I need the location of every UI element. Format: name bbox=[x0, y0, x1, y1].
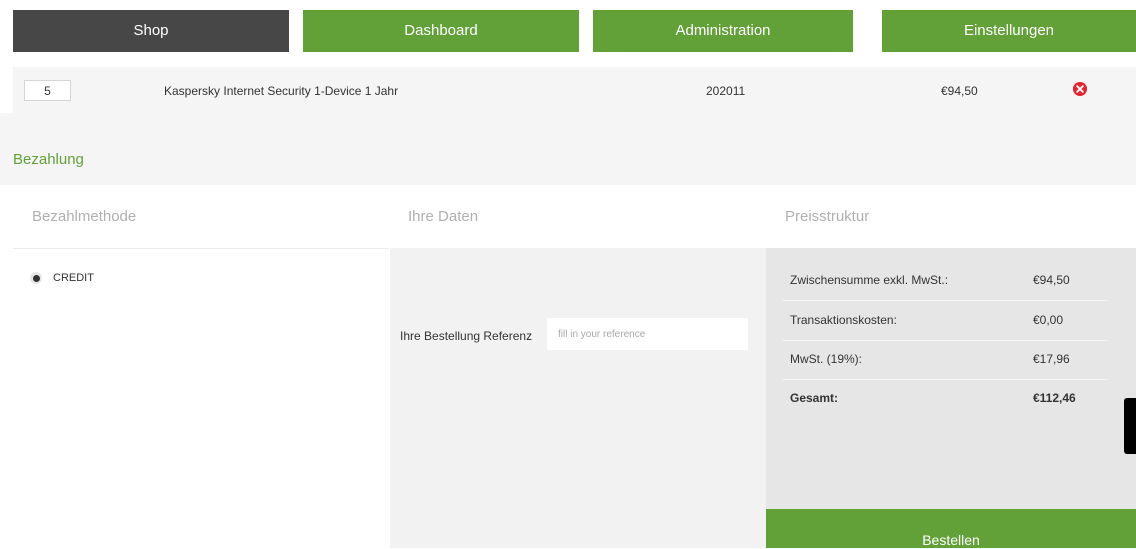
reference-label: Ihre Bestellung Referenz bbox=[400, 329, 533, 343]
order-button-label: Bestellen bbox=[922, 532, 980, 548]
your-data-heading: Ihre Daten bbox=[408, 208, 479, 225]
nav-einstellungen[interactable]: Einstellungen bbox=[882, 10, 1136, 52]
cart-item-row: Kaspersky Internet Security 1-Device 1 J… bbox=[13, 67, 1136, 113]
credit-radio[interactable] bbox=[30, 272, 42, 284]
subtotal-value: €94,50 bbox=[1033, 273, 1070, 287]
credit-label[interactable]: CREDIT bbox=[53, 272, 94, 284]
vat-value: €17,96 bbox=[1033, 352, 1070, 366]
main-navigation: Shop Dashboard Administration Einstellun… bbox=[13, 10, 1136, 52]
nav-shop[interactable]: Shop bbox=[13, 10, 289, 52]
transaction-value: €0,00 bbox=[1033, 313, 1064, 327]
payment-method-heading: Bezahlmethode bbox=[32, 208, 137, 225]
quantity-input[interactable] bbox=[24, 80, 71, 101]
transaction-label: Transaktionskosten: bbox=[790, 313, 897, 327]
price-row-vat: MwSt. (19%): €17,96 bbox=[782, 340, 1108, 380]
price-row-subtotal: Zwischensumme exkl. MwSt.: €94,50 bbox=[782, 261, 1108, 301]
total-value: €112,46 bbox=[1033, 391, 1076, 405]
order-button[interactable]: Bestellen bbox=[766, 509, 1136, 548]
nav-dashboard[interactable]: Dashboard bbox=[303, 10, 579, 52]
nav-administration[interactable]: Administration bbox=[593, 10, 853, 52]
reference-input[interactable] bbox=[547, 318, 748, 350]
product-code: 202011 bbox=[706, 84, 746, 98]
scroll-top-tab[interactable] bbox=[1124, 398, 1136, 454]
price-row-transaction: Transaktionskosten: €0,00 bbox=[782, 301, 1108, 341]
payment-title: Bezahlung bbox=[13, 151, 84, 168]
total-label: Gesamt: bbox=[790, 391, 839, 405]
product-price: €94,50 bbox=[941, 84, 978, 98]
price-structure-heading: Preisstruktur bbox=[785, 208, 870, 225]
your-data-column: Ihre Bestellung Referenz bbox=[390, 248, 766, 548]
price-row-total: Gesamt: €112,46 bbox=[782, 379, 1108, 418]
payment-section-band: Bezahlung bbox=[0, 113, 1136, 185]
product-name: Kaspersky Internet Security 1-Device 1 J… bbox=[164, 84, 399, 98]
price-structure-column: Zwischensumme exkl. MwSt.: €94,50 Transa… bbox=[766, 248, 1136, 548]
radio-selected-dot bbox=[32, 274, 40, 282]
subtotal-label: Zwischensumme exkl. MwSt.: bbox=[790, 273, 949, 287]
remove-item-icon[interactable] bbox=[1072, 81, 1088, 97]
payment-method-column: CREDIT bbox=[13, 248, 389, 549]
vat-label: MwSt. (19%): bbox=[790, 352, 863, 366]
